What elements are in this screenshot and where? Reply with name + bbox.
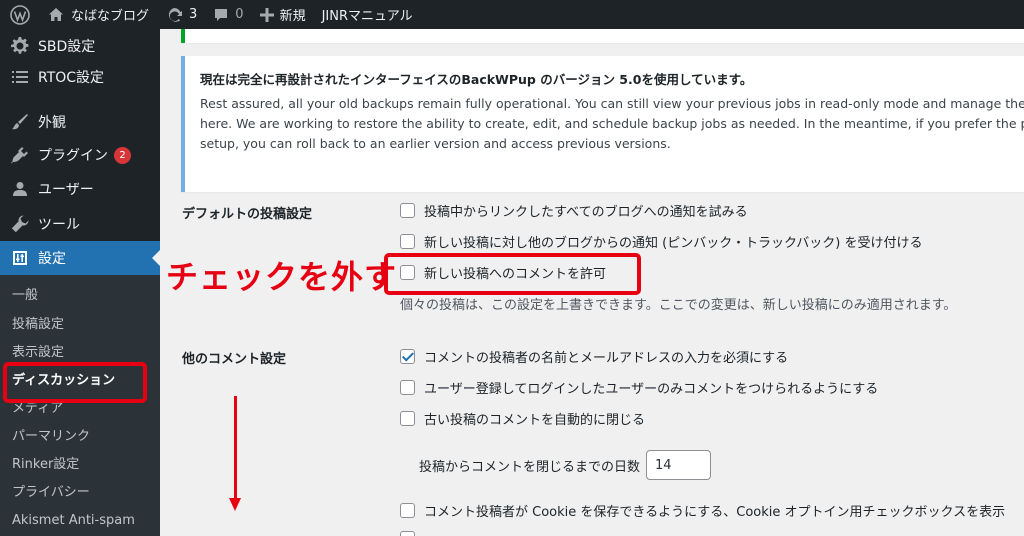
- wordpress-icon: [10, 4, 30, 25]
- submenu-item-media[interactable]: メディア: [12, 398, 63, 420]
- admin-bar: なばなブログ 3 0 新規 JINRマニュアル: [0, 0, 1024, 29]
- checkbox[interactable]: [400, 531, 415, 536]
- option-label: 新しい投稿へのコメントを許可: [424, 267, 607, 282]
- other-comment-settings-label: 他のコメント設定: [182, 352, 287, 367]
- menu-label: ツール: [38, 217, 80, 233]
- submenu-item-discussion[interactable]: ディスカッション: [12, 370, 115, 392]
- menu-label: プラグイン: [38, 148, 108, 164]
- comment-icon: [215, 8, 228, 21]
- site-name-link[interactable]: なばなブログ: [40, 0, 157, 29]
- menu-item-plugins[interactable]: プラグイン 2: [0, 138, 160, 172]
- menu-label: 外観: [38, 115, 66, 131]
- menu-item-settings[interactable]: 設定: [0, 241, 160, 275]
- new-content-link[interactable]: 新規: [252, 0, 314, 29]
- home-icon: [49, 7, 63, 21]
- new-label: 新規: [279, 9, 306, 24]
- option-label: ユーザー登録してログインしたユーザーのみコメントをつけられるようにする: [424, 382, 879, 397]
- submenu-item-privacy[interactable]: プライバシー: [12, 482, 90, 504]
- updates-link[interactable]: 3: [157, 0, 205, 29]
- checkbox[interactable]: [400, 265, 415, 280]
- submenu-item-writing[interactable]: 投稿設定: [12, 314, 64, 336]
- menu-item-tools[interactable]: ツール: [0, 207, 160, 241]
- menu-item-rtoc-settings[interactable]: RTOC設定: [0, 60, 160, 94]
- checkbox[interactable]: [400, 503, 415, 518]
- option-cookie-optin[interactable]: コメント投稿者が Cookie を保存できるようにする、Cookie オプトイン…: [400, 501, 1005, 520]
- submenu-item-reading[interactable]: 表示設定: [12, 342, 64, 364]
- checkbox[interactable]: [400, 203, 415, 218]
- menu-label: SBD設定: [38, 39, 96, 55]
- submenu-item-general[interactable]: 一般: [12, 285, 38, 307]
- option-label: 新しい投稿に対し他のブログからの通知 (ピンバック・トラックバック) を受け付け…: [424, 236, 923, 251]
- default-post-settings-label: デフォルトの投稿設定: [182, 207, 313, 222]
- default-settings-description: 個々の投稿は、この設定を上書きできます。ここでの変更は、新しい投稿にのみ適用され…: [400, 298, 957, 313]
- backwpup-notice: 現在は完全に再設計されたインターフェイスのBackWPup のバージョン 5.0…: [181, 56, 1024, 192]
- close-comments-days-input[interactable]: [646, 450, 712, 480]
- jinr-manual-label: JINRマニュアル: [321, 9, 413, 24]
- wrench-icon: [10, 214, 30, 234]
- menu-label: RTOC設定: [38, 70, 105, 86]
- checkbox[interactable]: [400, 411, 415, 426]
- menu-item-appearance[interactable]: 外観: [0, 105, 160, 139]
- option-label: コメントの投稿者の名前とメールアドレスの入力を必須にする: [424, 351, 789, 366]
- wordpress-logo-link[interactable]: [0, 0, 40, 29]
- option-label: 古い投稿のコメントを自動的に閉じる: [424, 413, 646, 428]
- option-close-old-comments[interactable]: 古い投稿のコメントを自動的に閉じる: [400, 409, 645, 428]
- notice-body: Rest assured, all your old backups remai…: [200, 96, 1024, 151]
- checkbox[interactable]: [400, 380, 415, 395]
- days-label: 投稿からコメントを閉じるまでの日数: [419, 459, 641, 475]
- settings-submenu: 一般 投稿設定 表示設定 ディスカッション メディア パーマリンク Rinker…: [0, 275, 160, 536]
- submenu-item-permalinks[interactable]: パーマリンク: [12, 426, 90, 448]
- option-require-name-email[interactable]: コメントの投稿者の名前とメールアドレスの入力を必須にする: [400, 347, 788, 366]
- option-label: 投稿中からリンクしたすべてのブログへの通知を試みる: [424, 205, 748, 220]
- plugin-icon: [10, 145, 30, 165]
- option-partial[interactable]: [400, 531, 424, 536]
- checkbox-checked[interactable]: [400, 349, 415, 364]
- submenu-item-akismet[interactable]: Akismet Anti-spam: [12, 510, 135, 532]
- annotation-arrow-head: [229, 498, 241, 511]
- user-icon: [10, 179, 30, 199]
- checkbox[interactable]: [400, 234, 415, 249]
- menu-item-sbd-settings[interactable]: SBD設定: [0, 29, 160, 63]
- option-allow-pingbacks[interactable]: 新しい投稿に対し他のブログからの通知 (ピンバック・トラックバック) を受け付け…: [400, 232, 923, 251]
- jinr-manual-link[interactable]: JINRマニュアル: [314, 0, 421, 29]
- settings-icon: [10, 248, 30, 268]
- plugin-update-badge: 2: [114, 146, 131, 164]
- menu-label: ユーザー: [38, 182, 94, 198]
- site-name: なばなブログ: [71, 9, 150, 24]
- comments-link[interactable]: 0: [205, 0, 251, 29]
- annotation-uncheck: チェックを外す: [166, 258, 398, 296]
- menu-item-users[interactable]: ユーザー: [0, 172, 160, 206]
- comments-count: 0: [235, 7, 244, 22]
- brush-icon: [10, 112, 30, 132]
- notice-title: 現在は完全に再設計されたインターフェイスのBackWPup のバージョン 5.0…: [200, 72, 753, 87]
- updates-icon: [168, 7, 183, 22]
- annotation-arrow-line: [234, 396, 237, 501]
- plus-icon: [259, 7, 274, 22]
- close-comments-days-row: 投稿からコメントを閉じるまでの日数: [419, 450, 712, 480]
- option-label: コメント投稿者が Cookie を保存できるようにする、Cookie オプトイン…: [424, 505, 1006, 520]
- list-icon: [10, 67, 30, 87]
- option-allow-comments[interactable]: 新しい投稿へのコメントを許可: [400, 263, 606, 282]
- submenu-item-rinker[interactable]: Rinker設定: [12, 454, 79, 476]
- gear-icon: [10, 36, 30, 56]
- menu-label: 設定: [38, 251, 66, 267]
- previous-notice: [181, 29, 1024, 43]
- active-menu-arrow: [152, 250, 160, 266]
- option-registered-only[interactable]: ユーザー登録してログインしたユーザーのみコメントをつけられるようにする: [400, 378, 878, 397]
- option-attempt-notify[interactable]: 投稿中からリンクしたすべてのブログへの通知を試みる: [400, 201, 748, 220]
- updates-count: 3: [189, 7, 198, 22]
